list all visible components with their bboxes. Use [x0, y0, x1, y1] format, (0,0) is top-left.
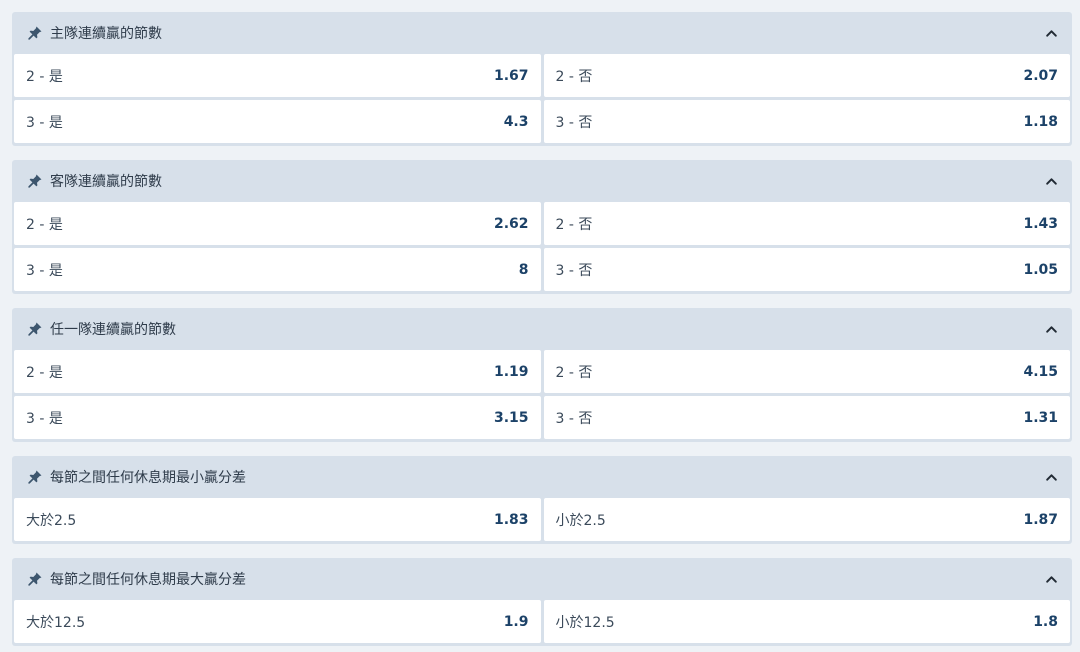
odds-button[interactable]: 2 - 否 4.15 [543, 350, 1070, 393]
odds-price: 1.43 [1023, 215, 1058, 232]
selection-label: 小於12.5 [555, 614, 615, 631]
odds-button[interactable]: 大於12.5 1.9 [14, 600, 541, 643]
odds-button[interactable]: 2 - 是 2.62 [14, 202, 541, 245]
market-title: 每節之間任何休息期最小贏分差 [50, 470, 246, 486]
odds-button[interactable]: 3 - 是 3.15 [14, 396, 541, 439]
pin-icon[interactable] [26, 570, 44, 588]
market-header[interactable]: 主隊連續贏的節數 [12, 12, 1072, 54]
market-title: 任一隊連續贏的節數 [50, 322, 176, 338]
odds-button[interactable]: 3 - 是 8 [14, 248, 541, 291]
odds-row: 3 - 是 3.15 3 - 否 1.31 [14, 396, 1070, 439]
odds-row: 大於2.5 1.83 小於2.5 1.87 [14, 498, 1070, 541]
odds-button[interactable]: 大於2.5 1.83 [14, 498, 541, 541]
market-section: 任一隊連續贏的節數 2 - 是 1.19 2 - 否 4.15 3 - 是 3.… [12, 308, 1072, 442]
odds-price: 4.3 [503, 113, 529, 130]
chevron-up-icon[interactable] [1042, 172, 1060, 190]
selection-label: 2 - 否 [555, 364, 593, 381]
market-rows: 大於2.5 1.83 小於2.5 1.87 [12, 498, 1072, 541]
odds-button[interactable]: 小於12.5 1.8 [543, 600, 1070, 643]
odds-price: 1.87 [1023, 511, 1058, 528]
selection-label: 3 - 是 [26, 410, 63, 427]
odds-price: 1.31 [1023, 409, 1058, 426]
selection-label: 2 - 是 [26, 364, 63, 381]
selection-label: 2 - 是 [26, 216, 63, 233]
odds-price: 1.19 [493, 363, 529, 380]
selection-label: 3 - 否 [555, 262, 593, 279]
pin-icon[interactable] [26, 24, 44, 42]
selection-label: 3 - 否 [555, 114, 593, 131]
selection-label: 2 - 是 [26, 68, 63, 85]
odds-button[interactable]: 2 - 是 1.19 [14, 350, 541, 393]
odds-row: 3 - 是 8 3 - 否 1.05 [14, 248, 1070, 291]
selection-label: 3 - 是 [26, 114, 63, 131]
market-header[interactable]: 客隊連續贏的節數 [12, 160, 1072, 202]
market-header[interactable]: 每節之間任何休息期最小贏分差 [12, 456, 1072, 498]
market-rows: 2 - 是 1.67 2 - 否 2.07 3 - 是 4.3 3 - 否 1.… [12, 54, 1072, 143]
market-rows: 2 - 是 1.19 2 - 否 4.15 3 - 是 3.15 3 - 否 1… [12, 350, 1072, 439]
market-section: 主隊連續贏的節數 2 - 是 1.67 2 - 否 2.07 3 - 是 4.3 [12, 12, 1072, 146]
chevron-up-icon[interactable] [1042, 320, 1060, 338]
market-title: 客隊連續贏的節數 [50, 174, 162, 190]
odds-row: 大於12.5 1.9 小於12.5 1.8 [14, 600, 1070, 643]
odds-button[interactable]: 3 - 否 1.05 [543, 248, 1070, 291]
selection-label: 小於2.5 [555, 512, 606, 529]
market-title: 主隊連續贏的節數 [50, 26, 162, 42]
odds-button[interactable]: 3 - 否 1.18 [543, 100, 1070, 143]
market-section: 每節之間任何休息期最大贏分差 大於12.5 1.9 小於12.5 1.8 [12, 558, 1072, 646]
market-section: 每節之間任何休息期最小贏分差 大於2.5 1.83 小於2.5 1.87 [12, 456, 1072, 544]
selection-label: 2 - 否 [555, 216, 593, 233]
odds-price: 3.15 [493, 409, 529, 426]
market-section: 客隊連續贏的節數 2 - 是 2.62 2 - 否 1.43 3 - 是 8 3… [12, 160, 1072, 294]
odds-price: 4.15 [1023, 363, 1058, 380]
market-rows: 大於12.5 1.9 小於12.5 1.8 [12, 600, 1072, 643]
market-header[interactable]: 任一隊連續贏的節數 [12, 308, 1072, 350]
odds-price: 2.07 [1023, 67, 1058, 84]
market-title: 每節之間任何休息期最大贏分差 [50, 572, 246, 588]
selection-label: 3 - 否 [555, 410, 593, 427]
selection-label: 大於2.5 [26, 512, 77, 529]
odds-button[interactable]: 2 - 否 1.43 [543, 202, 1070, 245]
odds-price: 1.83 [493, 511, 529, 528]
pin-icon[interactable] [26, 320, 44, 338]
selection-label: 3 - 是 [26, 262, 63, 279]
chevron-up-icon[interactable] [1042, 468, 1060, 486]
odds-row: 3 - 是 4.3 3 - 否 1.18 [14, 100, 1070, 143]
odds-price: 1.05 [1023, 261, 1058, 278]
odds-price: 1.67 [493, 67, 529, 84]
markets-panel: 主隊連續贏的節數 2 - 是 1.67 2 - 否 2.07 3 - 是 4.3 [0, 0, 1080, 652]
chevron-up-icon[interactable] [1042, 24, 1060, 42]
pin-icon[interactable] [26, 172, 44, 190]
selection-label: 大於12.5 [26, 614, 86, 631]
market-rows: 2 - 是 2.62 2 - 否 1.43 3 - 是 8 3 - 否 1.05 [12, 202, 1072, 291]
odds-price: 8 [518, 261, 529, 278]
odds-button[interactable]: 2 - 否 2.07 [543, 54, 1070, 97]
odds-button[interactable]: 3 - 否 1.31 [543, 396, 1070, 439]
chevron-up-icon[interactable] [1042, 570, 1060, 588]
odds-price: 1.9 [503, 613, 529, 630]
odds-button[interactable]: 2 - 是 1.67 [14, 54, 541, 97]
odds-row: 2 - 是 2.62 2 - 否 1.43 [14, 202, 1070, 245]
odds-price: 2.62 [493, 215, 529, 232]
odds-price: 1.18 [1023, 113, 1058, 130]
odds-row: 2 - 是 1.19 2 - 否 4.15 [14, 350, 1070, 393]
odds-price: 1.8 [1033, 613, 1058, 630]
odds-button[interactable]: 小於2.5 1.87 [543, 498, 1070, 541]
odds-row: 2 - 是 1.67 2 - 否 2.07 [14, 54, 1070, 97]
pin-icon[interactable] [26, 468, 44, 486]
selection-label: 2 - 否 [555, 68, 593, 85]
market-header[interactable]: 每節之間任何休息期最大贏分差 [12, 558, 1072, 600]
odds-button[interactable]: 3 - 是 4.3 [14, 100, 541, 143]
